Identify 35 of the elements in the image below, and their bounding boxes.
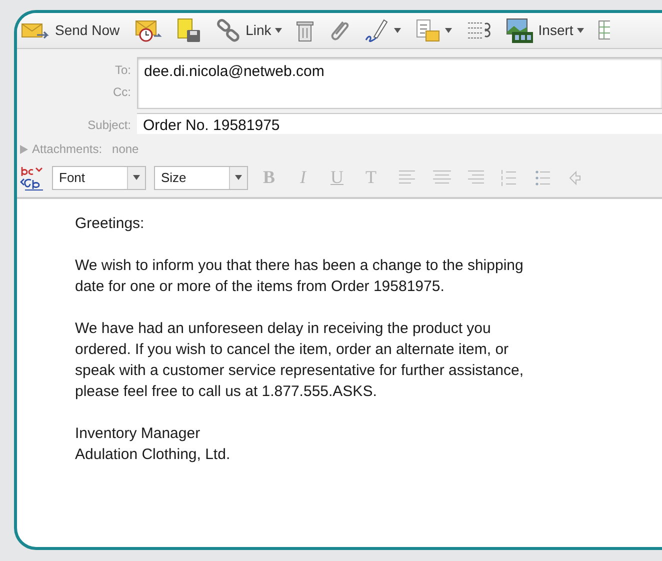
- toolbar-button[interactable]: [364, 18, 402, 44]
- field-label: Cc:: [112, 84, 131, 101]
- caret-icon: [235, 175, 242, 180]
- envelope-icon: [21, 20, 51, 40]
- toolbar-button[interactable]: Send Now: [21, 20, 120, 41]
- film-picture-icon: [506, 18, 534, 44]
- toolbar-button[interactable]: [134, 18, 162, 42]
- attachments-label: Attachments:: [32, 141, 102, 158]
- spellcheck-icon[interactable]: [20, 164, 44, 190]
- recipient-field[interactable]: dee.di.nicola@netweb.com: [137, 57, 662, 109]
- field-label: To:: [114, 62, 131, 79]
- body-paragraph: We have had an unforeseen delay in receiving the product you ordered. If you wish to cancel the item, order an alternate item, or speak with a customer service representative for further assistance, please feel free to call us at 1.877.555.ASKS.: [75, 319, 525, 402]
- toolbar-button[interactable]: [176, 18, 202, 44]
- body-paragraph: We wish to inform you that there has been a change to the shipping date for one or more of the items from Order 19581975.: [75, 256, 524, 297]
- size-dropdown[interactable]: Size: [154, 166, 248, 190]
- toolbar-button[interactable]: [296, 18, 314, 42]
- subject-field[interactable]: Order No. 19581975: [137, 113, 662, 134]
- table-icon: [598, 18, 610, 42]
- toolbar-button[interactable]: Insert: [506, 18, 584, 44]
- trash-icon: [296, 18, 314, 42]
- field-label: Subject:: [86, 117, 132, 134]
- floppy-disk-icon: [176, 18, 202, 44]
- chain-link-icon: [216, 18, 242, 42]
- clock-envelope-icon: [134, 18, 162, 42]
- pen-icon: [364, 18, 390, 44]
- caret-icon: [133, 175, 140, 180]
- body-paragraph: Greetings:: [75, 214, 146, 234]
- toolbar-button[interactable]: [415, 18, 452, 42]
- list-envelope-icon: [415, 18, 442, 42]
- toolbar-button[interactable]: Link: [216, 18, 282, 42]
- toolbar-button[interactable]: [598, 18, 610, 42]
- font-dropdown[interactable]: Font: [52, 166, 146, 190]
- body-paragraph: Inventory Manager Adulation Clothing, Ltd.: [75, 424, 232, 465]
- disclosure-triangle-icon[interactable]: [20, 144, 28, 154]
- attachments-value: none: [112, 141, 139, 158]
